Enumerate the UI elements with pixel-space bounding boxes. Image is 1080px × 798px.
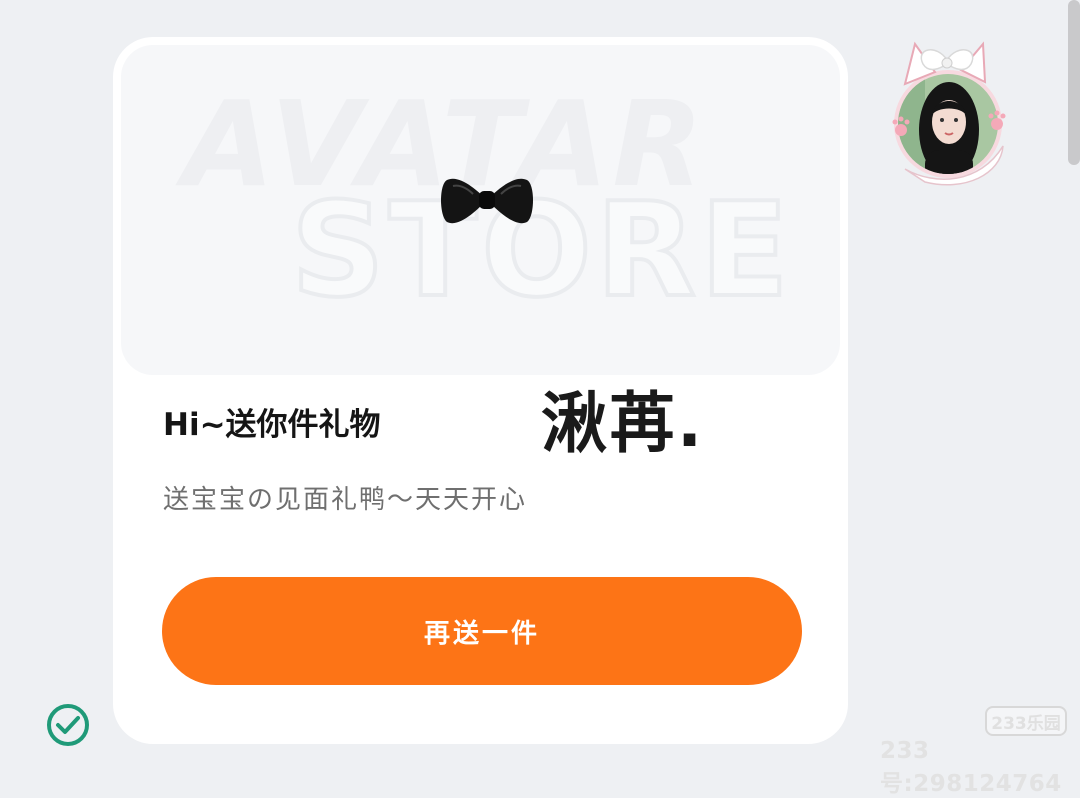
banner-watermark-store: STORE bbox=[289, 174, 793, 326]
check-circle-icon bbox=[47, 704, 89, 746]
user-avatar[interactable] bbox=[885, 34, 1015, 189]
gift-message: 送宝宝の见面礼鸭～天天开心 bbox=[163, 485, 528, 515]
gift-greeting: Hi~送你件礼物 bbox=[163, 407, 381, 443]
send-again-button[interactable]: 再送一件 bbox=[162, 577, 802, 685]
scrollbar[interactable] bbox=[1068, 0, 1080, 165]
avatar-store-banner: AVATAR STORE bbox=[121, 45, 840, 375]
black-bow-tie-icon bbox=[441, 178, 533, 224]
gift-card: AVATAR STORE Hi~送你件礼物 湫苒. 送宝宝の见面礼鸭～天天开心 … bbox=[113, 37, 848, 744]
watermark-account: 233号:298124764 bbox=[880, 738, 1062, 797]
sender-username: 湫苒. bbox=[541, 385, 705, 462]
watermark-logo: 233乐园 bbox=[985, 706, 1067, 736]
